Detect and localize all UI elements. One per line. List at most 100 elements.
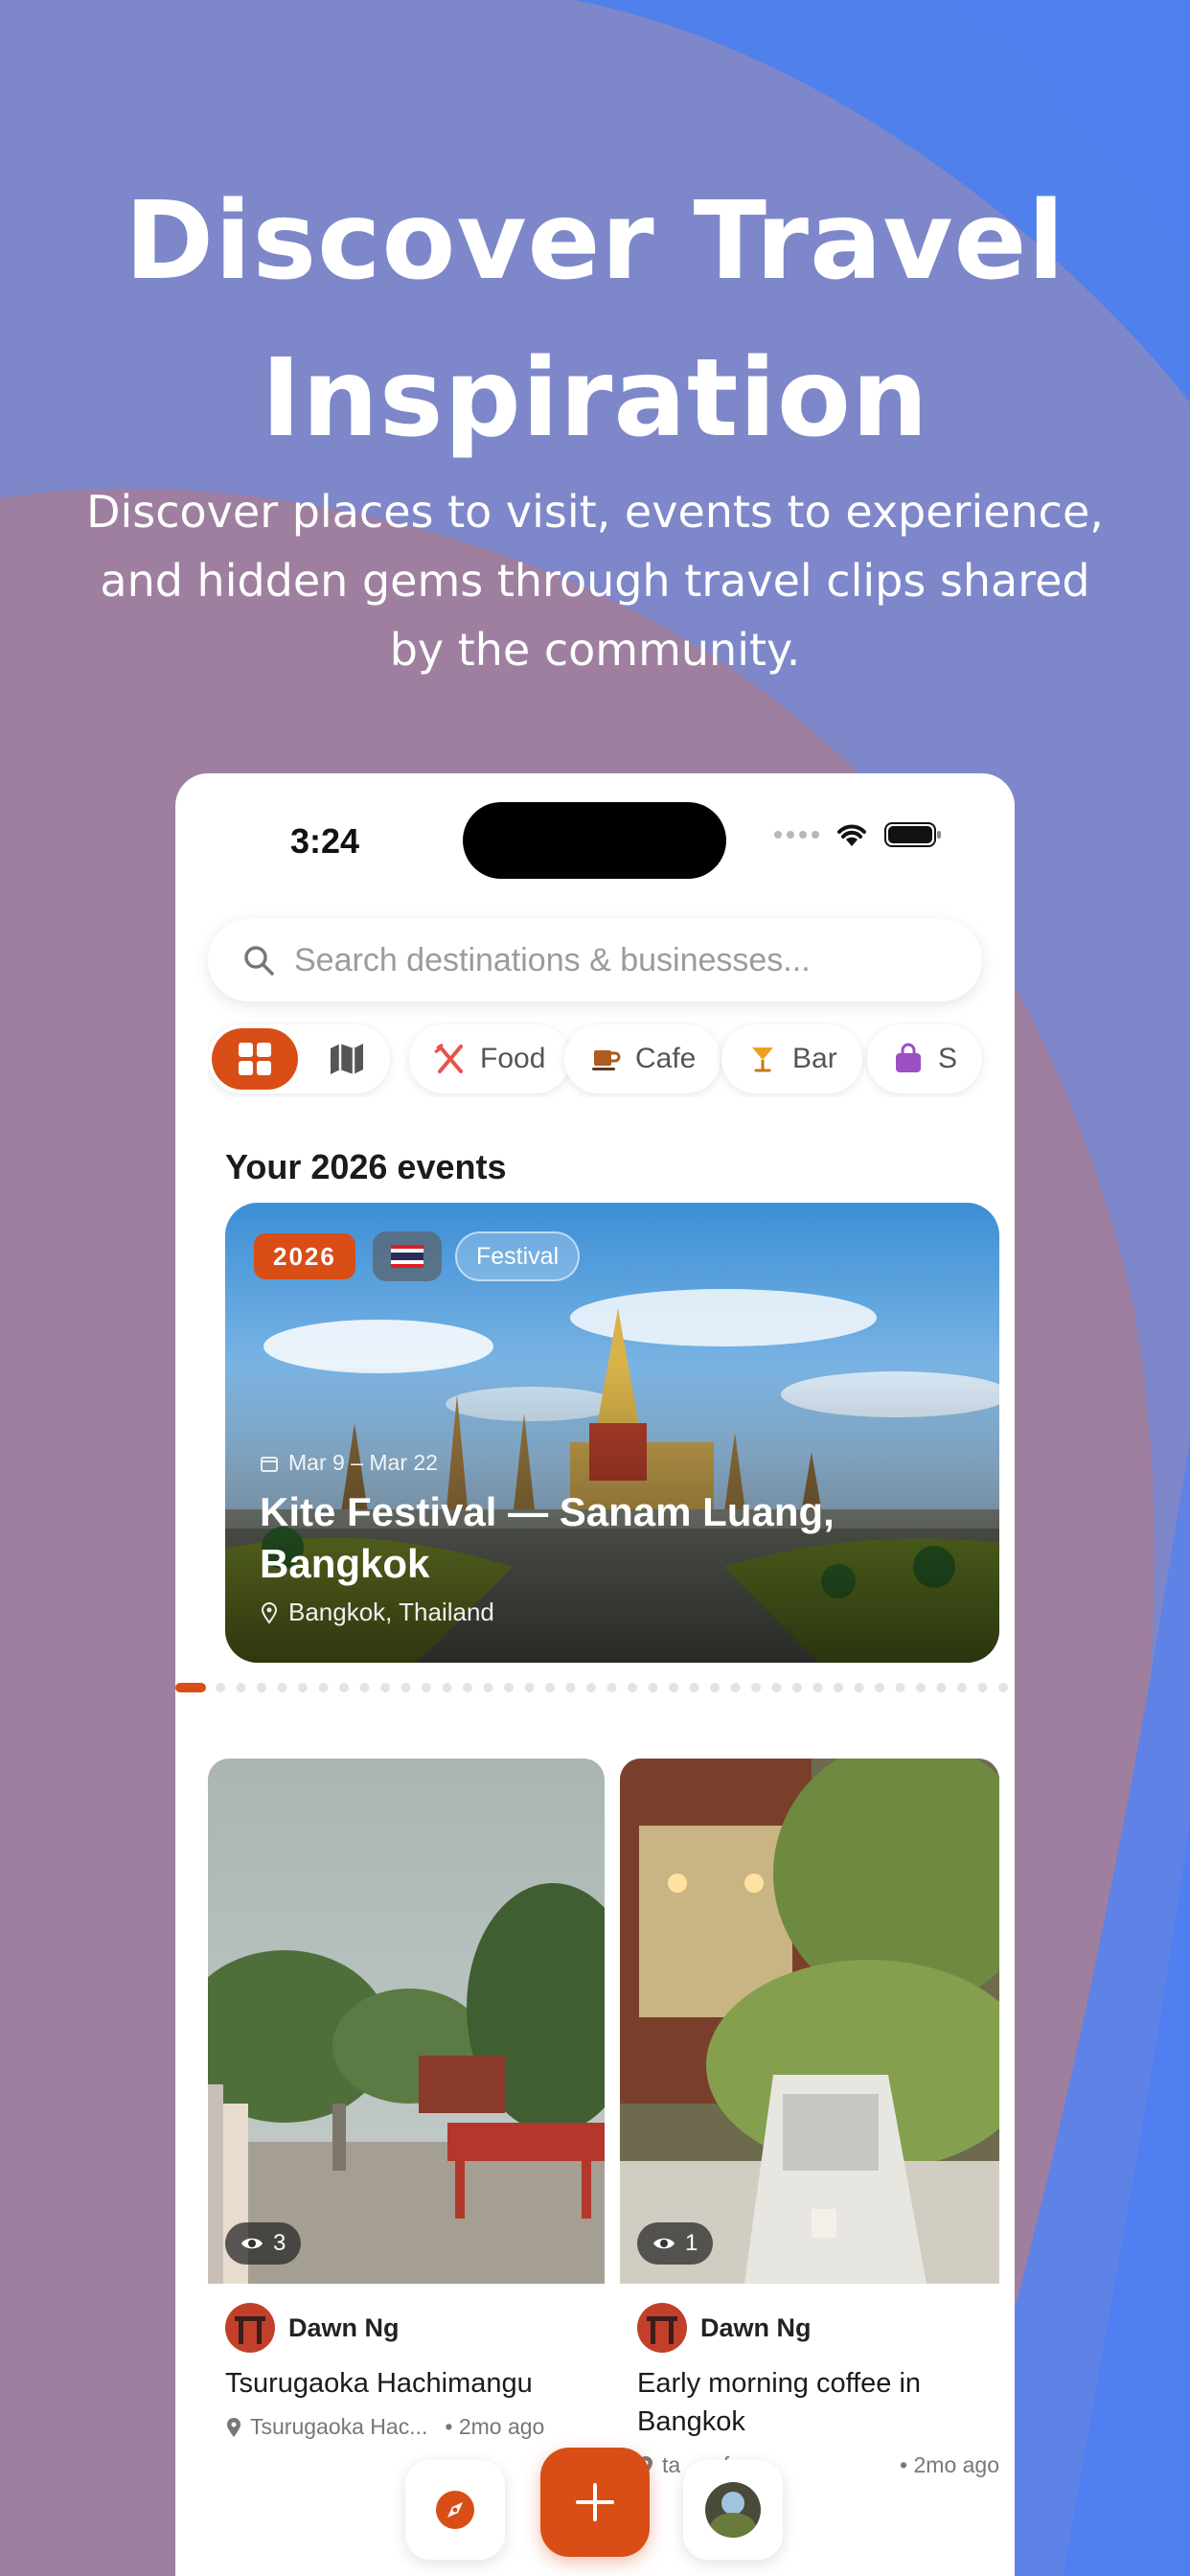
carousel-dot — [669, 1683, 678, 1692]
carousel-dot — [957, 1683, 967, 1692]
chip-shopping[interactable]: S — [867, 1024, 983, 1093]
clip-card[interactable]: 3 Dawn Ng Tsurugaoka Hachimangu Tsurugao… — [208, 1759, 605, 2439]
carousel-dot — [854, 1683, 864, 1692]
status-icons — [774, 821, 942, 848]
add-clip-button[interactable] — [540, 2448, 650, 2557]
views-badge: 1 — [637, 2222, 714, 2265]
event-date: Mar 9 – Mar 22 — [260, 1450, 438, 1476]
carousel-dot — [359, 1683, 370, 1692]
event-title: Kite Festival — Sanam Luang, Bangkok — [260, 1489, 835, 1586]
shopping-bag-icon — [896, 1043, 921, 1072]
view-toggle — [208, 1024, 390, 1093]
chip-shopping-label: S — [938, 1043, 958, 1074]
carousel-dot — [998, 1683, 1008, 1692]
fork-knife-icon — [434, 1043, 463, 1073]
event-category-badge: Festival — [455, 1231, 581, 1281]
carousel-dot — [916, 1683, 926, 1692]
bottom-nav — [175, 2441, 1015, 2576]
carousel-dot — [236, 1683, 246, 1692]
location-pin-icon — [261, 1601, 278, 1624]
carousel-dot — [565, 1683, 576, 1692]
chip-bar-label: Bar — [792, 1043, 837, 1074]
chip-bar[interactable]: Bar — [721, 1024, 862, 1093]
carousel-dot — [483, 1683, 493, 1692]
event-location: Bangkok, Thailand — [260, 1598, 494, 1627]
carousel-dot — [442, 1683, 452, 1692]
carousel-dot — [792, 1683, 802, 1692]
event-carousel-indicator[interactable] — [175, 1681, 1015, 1694]
compass-icon — [436, 2491, 474, 2529]
search-placeholder: Search destinations & businesses... — [294, 941, 811, 978]
chip-cafe-label: Cafe — [635, 1043, 697, 1074]
clip-author[interactable]: Dawn Ng — [225, 2303, 400, 2353]
carousel-dot — [380, 1683, 390, 1692]
event-date-text: Mar 9 – Mar 22 — [288, 1450, 438, 1475]
carousel-dot — [648, 1683, 658, 1692]
carousel-dot — [628, 1683, 637, 1692]
clip-title: Early morning coffee in Bangkok — [637, 2368, 922, 2437]
events-section-title: Your 2026 events — [225, 1147, 507, 1186]
carousel-dot — [895, 1683, 905, 1692]
profile-button[interactable] — [683, 2460, 783, 2560]
grid-icon — [239, 1043, 271, 1075]
carousel-dot — [463, 1683, 472, 1692]
grid-view-button[interactable] — [212, 1028, 298, 1090]
carousel-dot — [710, 1683, 720, 1692]
signal-icon — [774, 831, 819, 839]
thailand-flag-icon — [373, 1231, 442, 1281]
clip-image: 3 — [208, 1759, 605, 2284]
chip-food-label: Food — [480, 1043, 546, 1074]
cocktail-icon — [752, 1047, 773, 1072]
carousel-dot — [545, 1683, 555, 1692]
hero-title: Discover Travel Inspiration — [0, 163, 1190, 477]
featured-event-card[interactable]: 2026 Festival Mar 9 – Mar 22 Kite Festiv… — [225, 1203, 999, 1663]
clip-age: • 2mo ago — [445, 2414, 545, 2439]
eye-icon — [653, 2238, 675, 2249]
carousel-dot — [318, 1683, 329, 1692]
carousel-dot-active — [175, 1683, 206, 1692]
avatar — [225, 2303, 275, 2353]
carousel-dot — [422, 1683, 431, 1692]
carousel-dot — [834, 1683, 843, 1692]
carousel-dot — [771, 1683, 782, 1692]
avatar — [705, 2482, 761, 2538]
explore-button[interactable] — [405, 2460, 505, 2560]
carousel-dot — [875, 1683, 884, 1692]
carousel-dot — [812, 1683, 823, 1692]
carousel-dot — [730, 1683, 741, 1692]
clip-card[interactable]: 1 Dawn Ng Early morning coffee in Bangko… — [620, 1759, 1015, 2477]
event-year-badge: 2026 — [254, 1233, 355, 1279]
clip-meta: Tsurugaoka Hac... • 2mo ago — [225, 2414, 544, 2440]
chip-cafe[interactable]: Cafe — [564, 1024, 721, 1093]
plus-icon — [576, 2483, 614, 2521]
carousel-dot — [751, 1683, 761, 1692]
event-location-text: Bangkok, Thailand — [288, 1598, 494, 1626]
map-view-button[interactable] — [313, 1028, 380, 1090]
carousel-dot — [257, 1683, 266, 1692]
carousel-dot — [606, 1683, 617, 1692]
carousel-dot — [524, 1683, 535, 1692]
battery-icon — [884, 822, 941, 847]
carousel-dot — [277, 1683, 287, 1692]
views-badge: 3 — [225, 2222, 302, 2265]
views-count: 1 — [685, 2230, 698, 2256]
clip-author[interactable]: Dawn Ng — [637, 2303, 812, 2353]
hero-title-line-2: Inspiration — [261, 336, 929, 461]
calendar-icon — [261, 1456, 278, 1472]
location-pin-icon — [227, 2417, 240, 2437]
hero-subtitle-line-1: Discover places to visit, events to expe… — [86, 486, 1104, 538]
avatar — [637, 2303, 687, 2353]
carousel-dot — [977, 1683, 988, 1692]
wifi-icon — [837, 824, 866, 846]
hero-title-line-1: Discover Travel — [125, 179, 1065, 304]
phone-screen: 3:24 Search destinations & businesses... — [175, 773, 1015, 2576]
carousel-dot — [689, 1683, 699, 1692]
chip-food[interactable]: Food — [409, 1024, 571, 1093]
carousel-dot — [339, 1683, 349, 1692]
clip-image: 1 — [620, 1759, 999, 2284]
carousel-dot — [504, 1683, 514, 1692]
author-name: Dawn Ng — [700, 2312, 812, 2342]
hero-subtitle: Discover places to visit, events to expe… — [57, 477, 1133, 684]
carousel-dot — [216, 1683, 225, 1692]
search-input[interactable]: Search destinations & businesses... — [208, 919, 982, 1001]
